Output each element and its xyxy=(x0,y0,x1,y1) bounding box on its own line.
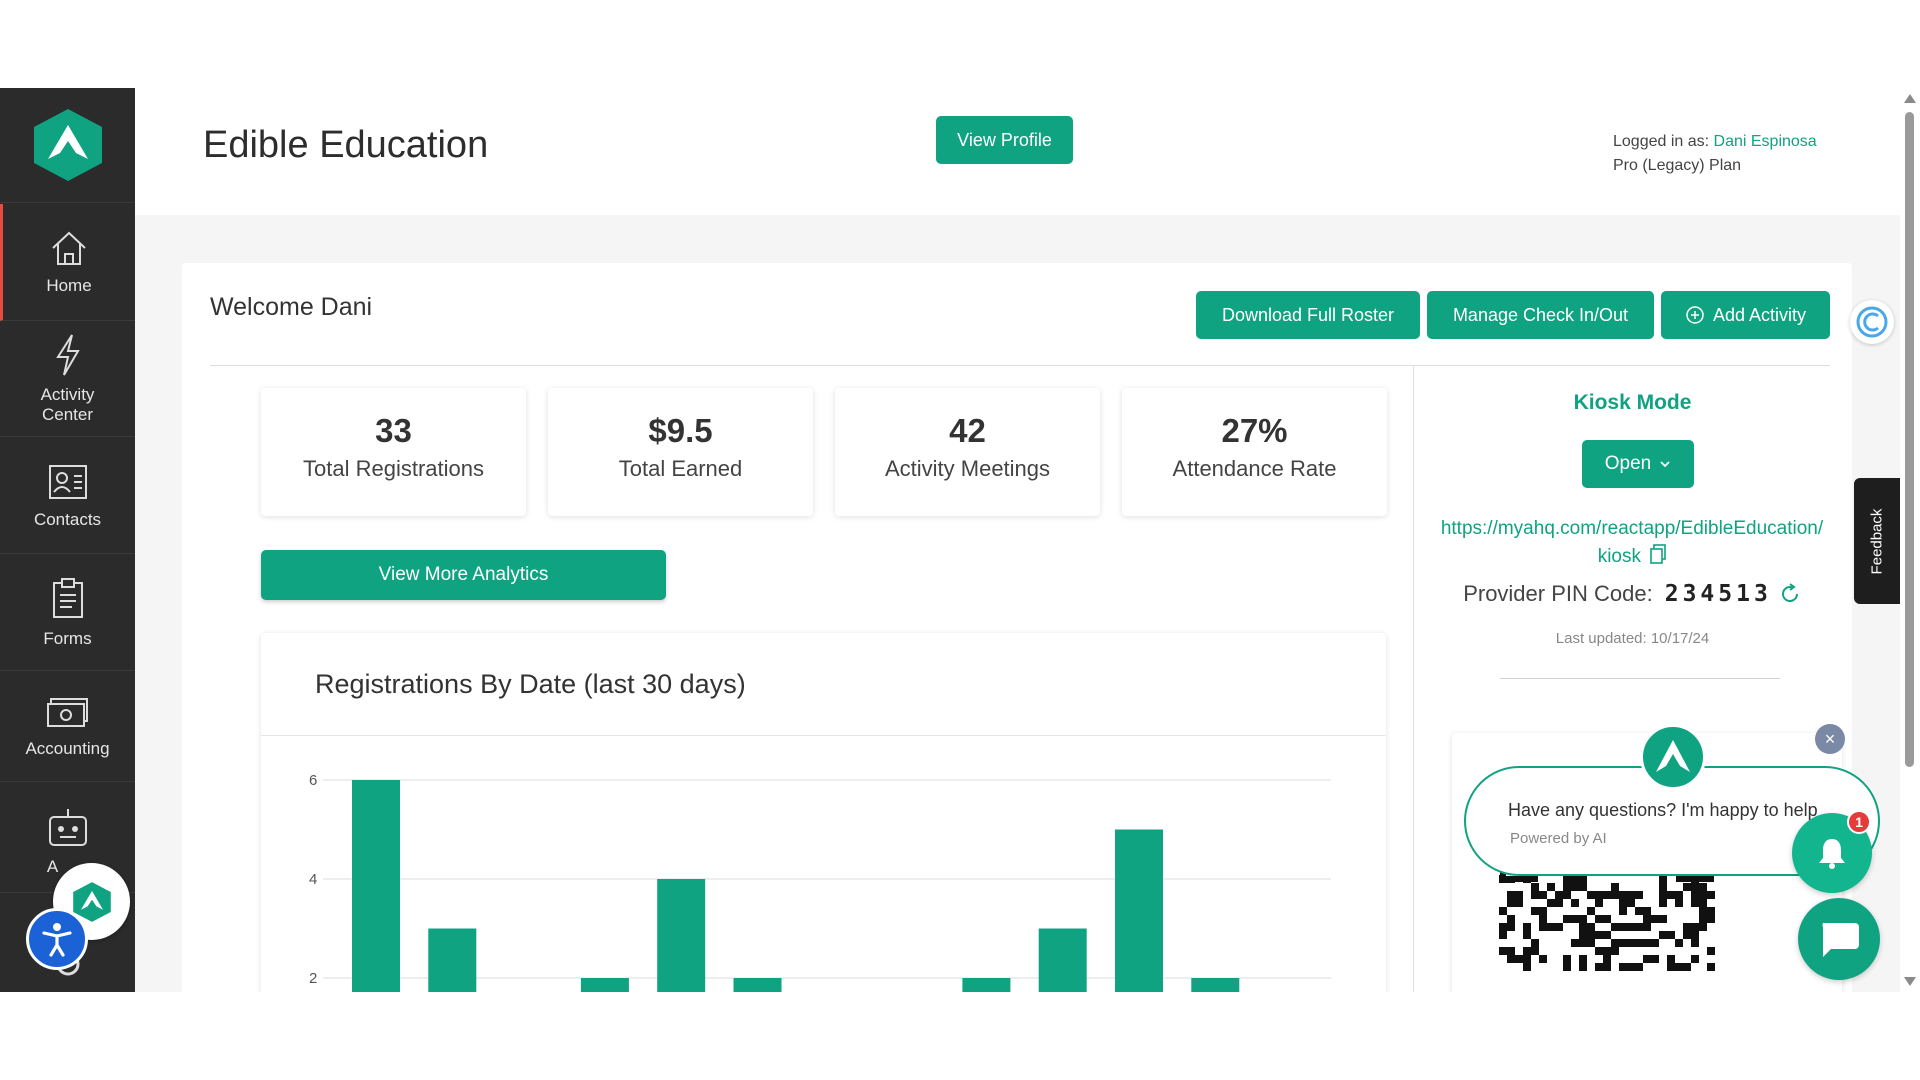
chart-bar[interactable] xyxy=(1115,829,1163,993)
extension-icon[interactable] xyxy=(1850,300,1894,344)
clipboard-icon xyxy=(52,577,83,618)
pin-row: Provider PIN Code: 234513 xyxy=(1413,581,1852,607)
registrations-chart-card: Registrations By Date (last 30 days) 6 4 2 xyxy=(261,633,1386,992)
chart-title: Registrations By Date (last 30 days) xyxy=(315,669,746,699)
kiosk-open-dropdown[interactable]: Open xyxy=(1582,440,1694,488)
y-tick-label: 4 xyxy=(309,871,317,888)
dashboard-panel: Welcome Dani Download Full Roster Manage… xyxy=(182,263,1852,992)
sidebar: Home Activity Center Contacts Forms Acco… xyxy=(0,88,135,992)
manage-check-button[interactable]: Manage Check In/Out xyxy=(1427,291,1654,339)
feedback-label: Feedback xyxy=(1868,508,1886,574)
bar-chart: 6 4 2 xyxy=(309,772,1331,993)
sidebar-item-contacts[interactable]: Contacts xyxy=(0,438,135,554)
scroll-down-icon[interactable] xyxy=(1904,977,1916,986)
page-header: Edible Education View Profile Logged in … xyxy=(135,88,1900,215)
last-updated-text: Last updated: 10/17/24 xyxy=(1555,630,1710,647)
divider xyxy=(1413,365,1414,992)
bell-icon xyxy=(1819,839,1845,869)
sidebar-item-label: Home xyxy=(46,276,92,295)
stat-label: Attendance Rate xyxy=(1172,456,1337,481)
notification-badge: 1 xyxy=(1847,810,1871,834)
lightning-icon xyxy=(55,334,80,376)
chart-bar[interactable] xyxy=(657,879,706,992)
add-activity-label: Add Activity xyxy=(1712,304,1807,325)
stat-label: Activity Meetings xyxy=(884,456,1051,481)
kiosk-url-link[interactable]: https://myahq.com/reactapp/EdibleEducati… xyxy=(1437,515,1827,571)
accessibility-button[interactable] xyxy=(26,908,88,970)
chart-bar[interactable] xyxy=(1038,928,1087,993)
y-tick-label: 6 xyxy=(309,772,317,789)
pin-code: 234513 xyxy=(1664,581,1772,607)
app-logo[interactable] xyxy=(0,88,135,203)
chat-message: Have any questions? I'm happy to help xyxy=(1508,800,1818,820)
chart-bar[interactable] xyxy=(962,978,1011,992)
divider xyxy=(1500,678,1780,679)
login-info: Logged in as: Dani Espinosa Pro (Legacy)… xyxy=(1613,130,1817,178)
stat-value: 42 xyxy=(949,412,986,449)
chart-bar[interactable] xyxy=(428,928,477,993)
refresh-icon[interactable] xyxy=(1778,582,1802,606)
kiosk-url-text[interactable]: https://myahq.com/reactapp/EdibleEducati… xyxy=(1441,518,1823,567)
stat-card-meetings: 42 Activity Meetings xyxy=(835,388,1100,516)
chat-avatar-icon xyxy=(1640,724,1706,790)
sidebar-item-label: Activity Center xyxy=(40,385,95,424)
scroll-thumb[interactable] xyxy=(1905,112,1914,767)
download-roster-button[interactable]: Download Full Roster xyxy=(1196,291,1420,339)
sidebar-item-forms[interactable]: Forms xyxy=(0,555,135,671)
robot-icon xyxy=(48,809,87,846)
kiosk-title: Kiosk Mode xyxy=(1573,391,1692,414)
sidebar-item-label: A xyxy=(46,857,59,876)
chart-bar[interactable] xyxy=(580,978,629,992)
home-icon xyxy=(52,231,86,265)
plan-label: Pro (Legacy) Plan xyxy=(1613,157,1742,174)
chart-bar[interactable] xyxy=(1191,978,1240,992)
sidebar-item-label: Forms xyxy=(43,628,92,648)
scroll-up-icon[interactable] xyxy=(1904,94,1916,103)
chevron-down-icon xyxy=(1660,461,1670,468)
chat-launcher-button[interactable] xyxy=(1798,898,1880,980)
view-more-analytics-button[interactable]: View More Analytics xyxy=(261,550,666,600)
chat-icon xyxy=(1822,923,1859,957)
sidebar-item-home[interactable]: Home xyxy=(0,204,135,321)
sidebar-item-activity-center[interactable]: Activity Center xyxy=(0,322,135,437)
open-label: Open xyxy=(1604,453,1652,474)
logo-icon xyxy=(33,109,102,181)
stat-label: Total Registrations xyxy=(303,456,484,481)
accessibility-icon xyxy=(42,923,72,957)
stat-card-earned: $9.5 Total Earned xyxy=(548,388,813,516)
add-activity-button[interactable]: Add Activity xyxy=(1661,291,1830,339)
view-profile-button[interactable]: View Profile xyxy=(936,116,1073,164)
contacts-icon xyxy=(48,464,87,499)
feedback-tab[interactable]: Feedback xyxy=(1854,478,1900,604)
stat-value: 33 xyxy=(375,412,412,449)
stat-value: 27% xyxy=(1221,412,1288,449)
pin-label: Provider PIN Code: xyxy=(1463,581,1653,606)
stat-value: $9.5 xyxy=(648,412,713,449)
welcome-heading: Welcome Dani xyxy=(210,293,373,321)
chat-powered-by: Powered by AI xyxy=(1510,830,1607,847)
scrollbar[interactable] xyxy=(1900,88,1920,992)
stat-label: Total Earned xyxy=(618,456,743,481)
stat-card-attendance: 27% Attendance Rate xyxy=(1122,388,1387,516)
sidebar-item-label: Contacts xyxy=(33,509,102,529)
plus-circle-icon xyxy=(1686,306,1704,324)
stat-card-registrations: 33 Total Registrations xyxy=(261,388,526,516)
copy-icon[interactable] xyxy=(1650,544,1667,564)
sidebar-item-accounting[interactable]: Accounting xyxy=(0,672,135,782)
sidebar-item-label: Accounting xyxy=(25,738,110,758)
logged-in-label: Logged in as: xyxy=(1613,133,1714,150)
user-link[interactable]: Dani Espinosa xyxy=(1714,133,1817,150)
page-title: Edible Education xyxy=(203,124,489,166)
app-window: Home Activity Center Contacts Forms Acco… xyxy=(0,88,1920,992)
y-tick-label: 2 xyxy=(309,970,317,987)
chart-bar[interactable] xyxy=(352,780,400,992)
chart-bar[interactable] xyxy=(733,978,782,992)
money-icon xyxy=(46,697,88,727)
divider xyxy=(210,365,1830,366)
chat-close-icon[interactable]: × xyxy=(1815,724,1845,754)
